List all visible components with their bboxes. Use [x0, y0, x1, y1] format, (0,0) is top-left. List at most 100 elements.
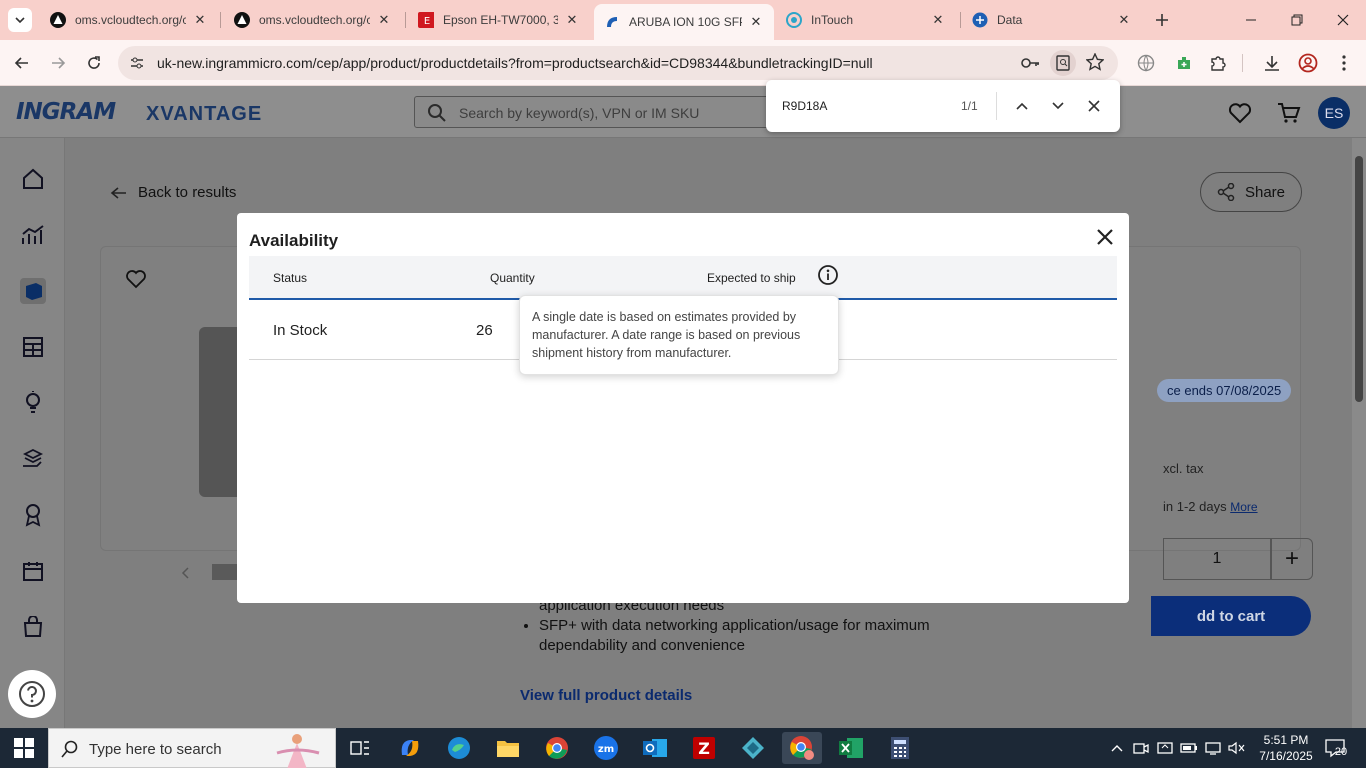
catalog-grid-icon[interactable]: [20, 334, 46, 360]
browser-toolbar: uk-new.ingrammicro.com/cep/app/product/p…: [0, 40, 1366, 86]
screen-capture-icon[interactable]: [1156, 738, 1174, 758]
scrollbar-thumb[interactable]: [1355, 156, 1363, 402]
app-diamond-icon[interactable]: [733, 732, 773, 764]
new-tab-button[interactable]: [1150, 8, 1174, 32]
browser-tab-2[interactable]: oms.vcloudtech.org/c ✕: [224, 4, 402, 36]
find-close-button[interactable]: [1082, 94, 1106, 118]
home-icon[interactable]: [20, 166, 46, 192]
products-icon[interactable]: [20, 278, 46, 304]
minimize-button[interactable]: [1228, 0, 1274, 40]
tab-title: Data: [997, 13, 1023, 27]
modal-title: Availability: [249, 231, 339, 250]
quantity-increment-button[interactable]: +: [1271, 538, 1313, 580]
site-info-icon[interactable]: [126, 52, 148, 74]
file-explorer-icon[interactable]: [488, 732, 528, 764]
favorite-heart-icon[interactable]: [125, 269, 147, 294]
triangle-logo-icon: [50, 12, 66, 28]
browser-tab-strip: oms.vcloudtech.org/c ✕ oms.vcloudtech.or…: [0, 0, 1366, 40]
close-icon: [1097, 229, 1113, 245]
chrome-icon[interactable]: [537, 732, 577, 764]
chrome-profile-icon-active[interactable]: [782, 732, 822, 764]
close-tab-icon[interactable]: ✕: [1116, 12, 1132, 28]
restore-button[interactable]: [1274, 0, 1320, 40]
cart-icon[interactable]: [1276, 100, 1302, 126]
reload-button[interactable]: [80, 49, 108, 77]
tab-search-button[interactable]: [8, 8, 32, 32]
notification-center-icon[interactable]: 20: [1322, 736, 1352, 760]
shopping-bag-icon[interactable]: [20, 614, 46, 640]
outlook-icon[interactable]: [635, 732, 675, 764]
browser-tab-5[interactable]: InTouch ✕: [776, 4, 956, 36]
aruba-icon: [604, 14, 620, 30]
info-icon[interactable]: [817, 264, 839, 286]
browser-tab-1[interactable]: oms.vcloudtech.org/c ✕: [40, 4, 218, 36]
tray-overflow-chevron-icon[interactable]: [1108, 738, 1126, 758]
profile-icon[interactable]: [1294, 49, 1322, 77]
close-window-button[interactable]: [1320, 0, 1366, 40]
excel-icon[interactable]: [831, 732, 871, 764]
help-button[interactable]: [8, 670, 56, 718]
taskbar-search-box[interactable]: Type here to search: [48, 728, 336, 768]
volume-muted-icon[interactable]: [1228, 738, 1246, 758]
zoom-app-icon[interactable]: zm: [586, 732, 626, 764]
ingram-logo[interactable]: INGRAM: [16, 99, 116, 125]
back-to-results-link[interactable]: Back to results: [110, 184, 236, 201]
modal-close-button[interactable]: [1093, 225, 1117, 249]
user-avatar[interactable]: ES: [1318, 97, 1350, 129]
network-icon[interactable]: [1204, 738, 1222, 758]
xvantage-logo[interactable]: XVANTAGE: [146, 103, 262, 126]
tab-divider: [220, 12, 221, 28]
quantity-field[interactable]: 1: [1163, 538, 1271, 580]
calculator-icon[interactable]: [880, 732, 920, 764]
data-globe-icon: [972, 12, 988, 28]
windows-start-icon[interactable]: [14, 738, 34, 763]
browser-tab-3[interactable]: E Epson EH-TW7000, 3D ✕: [408, 4, 590, 36]
browser-tab-4-active[interactable]: ARUBA ION 10G SFP ✕: [594, 4, 774, 40]
close-tab-icon[interactable]: ✕: [376, 12, 392, 28]
find-previous-button[interactable]: [1010, 94, 1034, 118]
find-query-input[interactable]: R9D18A: [782, 99, 827, 113]
battery-icon[interactable]: [1180, 738, 1198, 758]
share-button[interactable]: Share: [1200, 172, 1302, 212]
filezilla-icon[interactable]: Z: [684, 732, 724, 764]
tab-title: oms.vcloudtech.org/c: [259, 13, 370, 27]
find-in-page-icon[interactable]: [1050, 50, 1076, 76]
award-icon[interactable]: [20, 502, 46, 528]
view-full-details-link[interactable]: View full product details: [520, 687, 692, 704]
add-to-cart-button[interactable]: dd to cart: [1151, 596, 1311, 636]
shipping-more-link[interactable]: More: [1230, 500, 1257, 514]
find-in-page-bar: R9D18A 1/1: [766, 80, 1120, 132]
wishlist-heart-icon[interactable]: [1227, 100, 1253, 126]
analytics-icon[interactable]: [20, 222, 46, 248]
lightbulb-icon[interactable]: [20, 390, 46, 416]
close-tab-icon[interactable]: ✕: [930, 12, 946, 28]
extensions-icon[interactable]: [1204, 49, 1232, 77]
extension-puzzle-green-icon[interactable]: [1170, 49, 1198, 77]
close-tab-icon[interactable]: ✕: [748, 14, 764, 30]
meet-now-icon[interactable]: [1132, 738, 1150, 758]
arrow-left-icon: [14, 57, 28, 69]
translate-globe-icon[interactable]: [1132, 49, 1160, 77]
password-key-icon[interactable]: [1020, 54, 1040, 77]
close-tab-icon[interactable]: ✕: [564, 12, 580, 28]
edge-browser-icon[interactable]: [439, 732, 479, 764]
product-feature-list: application execution needs SFP+ with da…: [521, 596, 981, 656]
forward-button[interactable]: [44, 49, 72, 77]
browser-menu-icon[interactable]: [1330, 49, 1358, 77]
find-next-button[interactable]: [1046, 94, 1070, 118]
task-view-icon[interactable]: [340, 732, 380, 764]
page-scrollbar[interactable]: [1352, 138, 1366, 728]
taskbar-clock[interactable]: 5:51 PM 7/16/2025: [1256, 732, 1316, 764]
browser-tab-6[interactable]: Data ✕: [962, 4, 1142, 36]
address-bar[interactable]: uk-new.ingrammicro.com/cep/app/product/p…: [118, 46, 1118, 80]
tab-title: Epson EH-TW7000, 3D: [443, 13, 558, 27]
calendar-icon[interactable]: [20, 558, 46, 584]
clock-time: 5:51 PM: [1263, 733, 1309, 747]
close-tab-icon[interactable]: ✕: [192, 12, 208, 28]
copilot-icon[interactable]: [390, 732, 430, 764]
stack-hand-icon[interactable]: [20, 446, 46, 472]
back-button[interactable]: [8, 49, 36, 77]
site-search-input[interactable]: Search by keyword(s), VPN or IM SKU: [414, 96, 774, 128]
bookmark-star-icon[interactable]: [1085, 52, 1105, 76]
downloads-icon[interactable]: [1258, 49, 1286, 77]
